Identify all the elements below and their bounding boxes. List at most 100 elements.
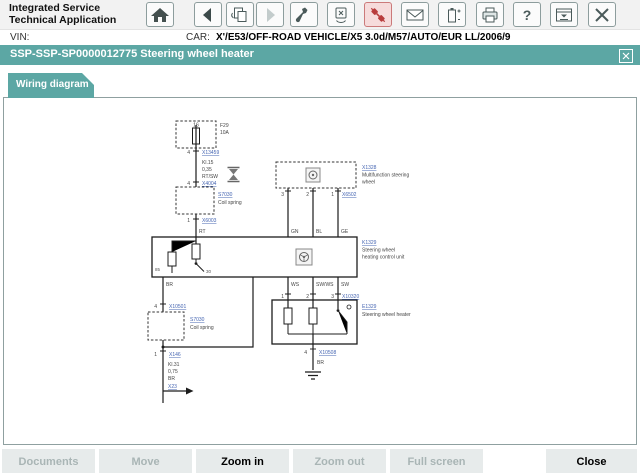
hourglass-icon bbox=[227, 166, 240, 183]
battery-button[interactable] bbox=[438, 2, 466, 27]
conn5-pin: 4 bbox=[154, 304, 157, 310]
wire7-line3: BR bbox=[168, 376, 175, 382]
coil-spring-1-box bbox=[175, 186, 215, 215]
fuse-rating: 10A bbox=[220, 130, 230, 136]
home-button[interactable] bbox=[146, 2, 174, 27]
minimize-tray-icon bbox=[556, 8, 572, 21]
close-icon bbox=[622, 52, 630, 59]
control-unit-box bbox=[151, 236, 358, 278]
measuring-device-icon bbox=[335, 7, 347, 23]
coil-spring-2-box bbox=[147, 311, 185, 341]
wire1-line2: 0,35 bbox=[202, 167, 212, 173]
ctrl-name2: heating control unit bbox=[362, 255, 405, 261]
conn8-pin: 4 bbox=[304, 350, 307, 356]
brand-line1: Integrated Service bbox=[9, 2, 101, 14]
zoom-out-button: Zoom out bbox=[293, 449, 386, 473]
mfsw-name2: wheel bbox=[362, 180, 375, 186]
ctrl-name1: Steering wheel bbox=[362, 248, 395, 254]
ctrl-terminal-b: 30 bbox=[206, 269, 212, 274]
conn3-link[interactable]: X6003 bbox=[202, 218, 217, 224]
wire9-color: SW/WS bbox=[316, 282, 334, 288]
wiring-diagram-canvas[interactable]: 16 F29 10A 4 X13459 Kl.15 0,35 RT/SW 4 X… bbox=[3, 97, 637, 445]
conn1-pin: 4 bbox=[187, 150, 190, 156]
full-screen-button: Full screen bbox=[390, 449, 483, 473]
conn7-link[interactable]: X10320 bbox=[342, 294, 359, 300]
fuse-name: F29 bbox=[220, 123, 229, 129]
mfsw-link[interactable]: X1328 bbox=[362, 165, 377, 171]
car-value: X'/E53/OFF-ROAD VEHICLE/X5 3.0d/M57/AUTO… bbox=[216, 32, 511, 43]
conn5-link[interactable]: X10501 bbox=[169, 304, 186, 310]
copy-pages-icon bbox=[231, 7, 247, 22]
fuse-pin-top: 16 bbox=[193, 123, 199, 129]
document-title: SSP-SSP-SP0000012775 Steering wheel heat… bbox=[10, 48, 254, 60]
wire8-color: WS bbox=[291, 282, 300, 288]
coil2-name: Coil spring bbox=[190, 325, 214, 331]
conn7-pin1: 1 bbox=[281, 294, 284, 300]
wire7-line1: Kl.31 bbox=[168, 362, 180, 368]
document-close-button[interactable] bbox=[619, 48, 633, 63]
wire1-line1: Kl.15 bbox=[202, 160, 214, 166]
conn2-pin: 4 bbox=[187, 181, 190, 187]
document-title-bar: SSP-SSP-SP0000012775 Steering wheel heat… bbox=[0, 45, 640, 65]
heater-link[interactable]: E1329 bbox=[362, 304, 377, 310]
coil1-name: Coil spring bbox=[218, 200, 242, 206]
heater-box bbox=[271, 299, 358, 345]
conn6-pin: 1 bbox=[154, 352, 157, 358]
zoom-in-button[interactable]: Zoom in bbox=[196, 449, 289, 473]
move-button: Move bbox=[99, 449, 192, 473]
measuring-device-button[interactable] bbox=[327, 2, 355, 27]
mfsw-pin1: 1 bbox=[331, 192, 334, 198]
conn3-pin: 1 bbox=[187, 218, 190, 224]
toolbar: Integrated Service Technical Application bbox=[0, 0, 640, 30]
wire10-color: SW bbox=[341, 282, 349, 288]
ground-and-arrows bbox=[161, 345, 321, 395]
conn1-link[interactable]: X13459 bbox=[202, 150, 219, 156]
help-button[interactable]: ? bbox=[513, 2, 541, 27]
wire7-line2: 0,75 bbox=[168, 369, 178, 375]
mail-icon bbox=[406, 9, 424, 20]
mfsw-pin3: 3 bbox=[281, 192, 284, 198]
close-button[interactable]: Close bbox=[546, 449, 637, 473]
forward-icon bbox=[267, 7, 275, 22]
wire5-color: GE bbox=[341, 229, 349, 235]
brand-line2: Technical Application bbox=[9, 14, 117, 26]
copy-session-button[interactable] bbox=[226, 2, 254, 27]
conn2-link[interactable]: X4004 bbox=[202, 181, 217, 187]
forward-button bbox=[256, 2, 284, 27]
battery-icon bbox=[448, 7, 461, 22]
print-button[interactable] bbox=[476, 2, 504, 27]
vin-label: VIN: bbox=[10, 32, 30, 43]
home-icon bbox=[151, 7, 169, 22]
connector-alert-button[interactable] bbox=[364, 2, 392, 27]
documents-button: Documents bbox=[2, 449, 95, 473]
gnd1-link[interactable]: X23 bbox=[168, 384, 177, 390]
wire1-line3: RT/SW bbox=[202, 174, 218, 180]
heater-name: Steering wheel heater bbox=[362, 312, 411, 318]
conn7-pin3: 3 bbox=[331, 294, 334, 300]
tab-wiring-diagram[interactable]: Wiring diagram bbox=[8, 73, 94, 98]
conn4-link[interactable]: X6502 bbox=[342, 192, 357, 198]
minimize-tray-button[interactable] bbox=[550, 2, 578, 27]
coil1-link[interactable]: S7030 bbox=[218, 192, 233, 198]
app-brand: Integrated Service Technical Application bbox=[9, 2, 116, 26]
mfsw-pin2: 2 bbox=[306, 192, 309, 198]
multifunction-steering-wheel-box bbox=[275, 161, 357, 189]
wrench-icon bbox=[295, 7, 308, 22]
conn8-link[interactable]: X10508 bbox=[319, 350, 336, 356]
back-button[interactable] bbox=[194, 2, 222, 27]
back-icon bbox=[203, 7, 211, 22]
wire6-color: BR bbox=[166, 282, 173, 288]
wire4-color: BL bbox=[316, 229, 322, 235]
wire3-color: GN bbox=[291, 229, 299, 235]
connector-icon bbox=[370, 7, 386, 22]
coil2-link[interactable]: S7030 bbox=[190, 317, 205, 323]
service-functions-button[interactable] bbox=[290, 2, 318, 27]
conn6-link[interactable]: X146 bbox=[169, 352, 181, 358]
mail-button[interactable] bbox=[401, 2, 429, 27]
car-label: CAR: bbox=[186, 32, 210, 43]
ctrl-terminal-a: 85 bbox=[155, 267, 161, 272]
close-icon bbox=[595, 7, 609, 22]
ctrl-link[interactable]: K1329 bbox=[362, 240, 377, 246]
close-app-button[interactable] bbox=[588, 2, 616, 27]
mfsw-name1: Multifunction steering bbox=[362, 173, 409, 179]
